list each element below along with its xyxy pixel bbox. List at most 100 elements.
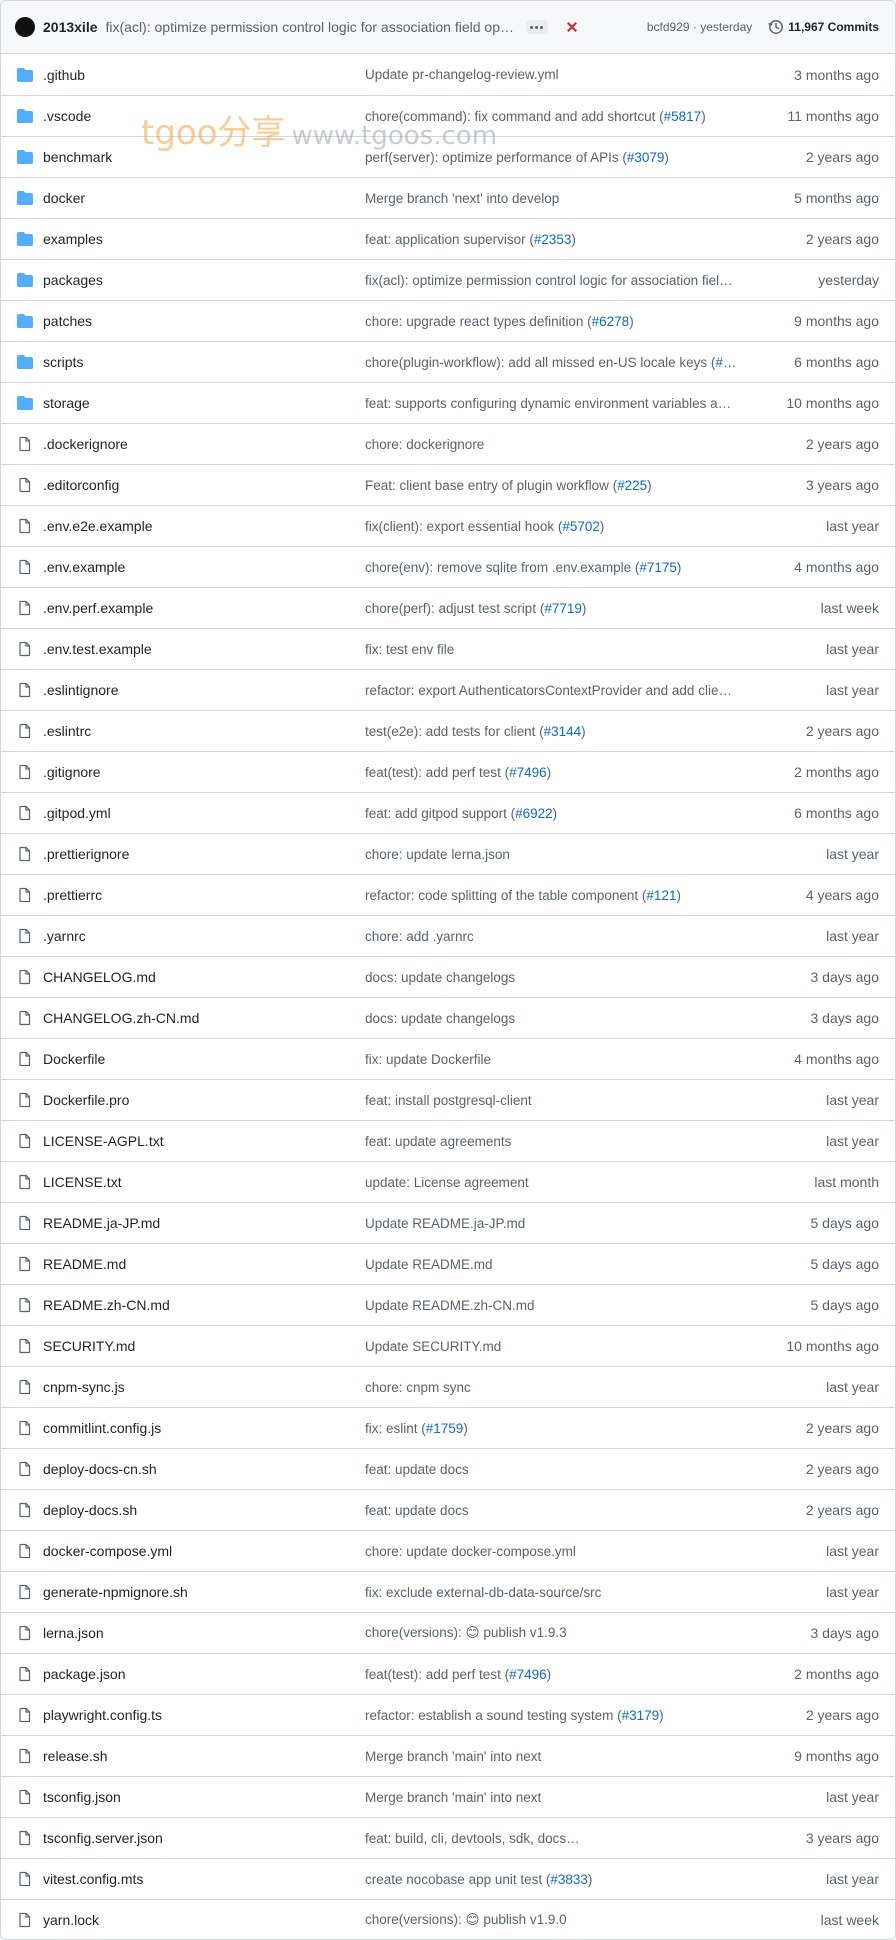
file-row[interactable]: patches chore: upgrade react types defini… bbox=[1, 300, 895, 341]
file-row[interactable]: .env.test.example fix: test env file last … bbox=[1, 628, 895, 669]
commit-message-link[interactable]: feat: install postgresql-client bbox=[365, 1093, 751, 1108]
file-name-link[interactable]: .eslintignore bbox=[43, 682, 365, 698]
file-row[interactable]: docker-compose.yml chore: update docker-c… bbox=[1, 1530, 895, 1571]
file-row[interactable]: Dockerfile.pro feat: install postgresql-c… bbox=[1, 1079, 895, 1120]
file-name-link[interactable]: generate-npmignore.sh bbox=[43, 1584, 365, 1600]
commit-message-link[interactable]: chore(perf): adjust test script (#7719) bbox=[365, 601, 751, 616]
file-row[interactable]: deploy-docs-cn.sh feat: update docs 2 year… bbox=[1, 1448, 895, 1489]
file-name-link[interactable]: deploy-docs-cn.sh bbox=[43, 1461, 365, 1477]
file-row[interactable]: .editorconfig Feat: client base entry of … bbox=[1, 464, 895, 505]
file-row[interactable]: yarn.lock chore(versions): 😊 publish v1.9… bbox=[1, 1899, 895, 1939]
file-name-link[interactable]: .vscode bbox=[43, 108, 365, 124]
file-row[interactable]: storage feat: supports configuring dynami… bbox=[1, 382, 895, 423]
file-name-link[interactable]: patches bbox=[43, 313, 365, 329]
file-name-link[interactable]: .yarnrc bbox=[43, 928, 365, 944]
file-name-link[interactable]: storage bbox=[43, 395, 365, 411]
commit-message-link[interactable]: Update README.md bbox=[365, 1257, 751, 1272]
file-name-link[interactable]: .env.perf.example bbox=[43, 600, 365, 616]
commit-message-link[interactable]: Update SECURITY.md bbox=[365, 1339, 751, 1354]
file-name-link[interactable]: deploy-docs.sh bbox=[43, 1502, 365, 1518]
file-row[interactable]: .gitignore feat(test): add perf test (#74… bbox=[1, 751, 895, 792]
commit-message-link[interactable]: feat: build, cli, devtools, sdk, docs… bbox=[365, 1831, 751, 1846]
file-row[interactable]: vitest.config.mts create nocobase app uni… bbox=[1, 1858, 895, 1899]
file-name-link[interactable]: commitlint.config.js bbox=[43, 1420, 365, 1436]
file-name-link[interactable]: README.ja-JP.md bbox=[43, 1215, 365, 1231]
file-row[interactable]: docker Merge branch 'next' into develop 5 … bbox=[1, 177, 895, 218]
commit-message-link[interactable]: test(e2e): add tests for client (#3144) bbox=[365, 724, 751, 739]
commit-message-link[interactable]: chore: upgrade react types definition (#… bbox=[365, 314, 751, 329]
file-name-link[interactable]: benchmark bbox=[43, 149, 365, 165]
commit-message-link[interactable]: chore(versions): 😊 publish v1.9.0 bbox=[365, 1912, 751, 1928]
file-row[interactable]: packages fix(acl): optimize permission co… bbox=[1, 259, 895, 300]
file-name-link[interactable]: playwright.config.ts bbox=[43, 1707, 365, 1723]
commit-message-link[interactable]: fix: update Dockerfile bbox=[365, 1052, 751, 1067]
expand-commit-message-button[interactable] bbox=[525, 20, 548, 34]
file-row[interactable]: SECURITY.md Update SECURITY.md 10 months a… bbox=[1, 1325, 895, 1366]
commit-message-link[interactable]: chore: dockerignore bbox=[365, 437, 751, 452]
file-row[interactable]: tsconfig.server.json feat: build, cli, de… bbox=[1, 1817, 895, 1858]
pull-request-link[interactable]: #5817 bbox=[664, 109, 702, 124]
file-name-link[interactable]: .gitignore bbox=[43, 764, 365, 780]
commit-message-link[interactable]: refactor: export AuthenticatorsContextPr… bbox=[365, 683, 751, 698]
pull-request-link[interactable]: #6278 bbox=[592, 314, 630, 329]
file-name-link[interactable]: CHANGELOG.zh-CN.md bbox=[43, 1010, 365, 1026]
commit-message-link[interactable]: Feat: client base entry of plugin workfl… bbox=[365, 478, 751, 493]
file-row[interactable]: .vscode chore(command): fix command and a… bbox=[1, 95, 895, 136]
file-row[interactable]: .eslintrc test(e2e): add tests for client… bbox=[1, 710, 895, 751]
commit-message-link[interactable]: fix(client): export essential hook (#570… bbox=[365, 519, 751, 534]
file-name-link[interactable]: .env.example bbox=[43, 559, 365, 575]
file-row[interactable]: tsconfig.json Merge branch 'main' into ne… bbox=[1, 1776, 895, 1817]
commit-message-link[interactable]: chore(versions): 😊 publish v1.9.3 bbox=[365, 1625, 751, 1641]
commit-message-link[interactable]: chore: update lerna.json bbox=[365, 847, 751, 862]
commit-message-link[interactable]: fix(acl): optimize permission control lo… bbox=[106, 19, 516, 35]
file-row[interactable]: .gitpod.yml feat: add gitpod support (#69… bbox=[1, 792, 895, 833]
commit-message-link[interactable]: chore: cnpm sync bbox=[365, 1380, 751, 1395]
commit-message-link[interactable]: feat: update docs bbox=[365, 1503, 751, 1518]
pull-request-link[interactable]: #2353 bbox=[534, 232, 572, 247]
file-row[interactable]: .github Update pr-changelog-review.yml 3 m… bbox=[1, 54, 895, 95]
file-row[interactable]: README.ja-JP.md Update README.ja-JP.md 5 d… bbox=[1, 1202, 895, 1243]
pull-request-link[interactable]: #5702 bbox=[562, 519, 600, 534]
file-row[interactable]: release.sh Merge branch 'main' into next 9… bbox=[1, 1735, 895, 1776]
commit-message-link[interactable]: perf(server): optimize performance of AP… bbox=[365, 150, 751, 165]
file-name-link[interactable]: docker-compose.yml bbox=[43, 1543, 365, 1559]
file-name-link[interactable]: Dockerfile.pro bbox=[43, 1092, 365, 1108]
file-name-link[interactable]: .env.e2e.example bbox=[43, 518, 365, 534]
commit-message-link[interactable]: Merge branch 'main' into next bbox=[365, 1790, 751, 1805]
commit-message-link[interactable]: feat: update docs bbox=[365, 1462, 751, 1477]
commit-message-link[interactable]: create nocobase app unit test (#3833) bbox=[365, 1872, 751, 1887]
commit-message-link[interactable]: fix(acl): optimize permission control lo… bbox=[365, 273, 751, 288]
file-row[interactable]: .dockerignore chore: dockerignore 2 years … bbox=[1, 423, 895, 464]
file-name-link[interactable]: cnpm-sync.js bbox=[43, 1379, 365, 1395]
file-row[interactable]: generate-npmignore.sh fix: exclude extern… bbox=[1, 1571, 895, 1612]
file-name-link[interactable]: .prettierignore bbox=[43, 846, 365, 862]
commit-message-link[interactable]: feat: application supervisor (#2353) bbox=[365, 232, 751, 247]
pull-request-link[interactable]: #3079 bbox=[627, 150, 665, 165]
commit-message-link[interactable]: fix: test env file bbox=[365, 642, 751, 657]
commit-message-link[interactable]: feat: add gitpod support (#6922) bbox=[365, 806, 751, 821]
file-name-link[interactable]: .github bbox=[43, 67, 365, 83]
file-name-link[interactable]: .prettierrc bbox=[43, 887, 365, 903]
file-name-link[interactable]: lerna.json bbox=[43, 1625, 365, 1641]
pull-request-link[interactable]: #7175 bbox=[639, 560, 677, 575]
commit-sha-link[interactable]: bcfd929 · yesterday bbox=[647, 20, 752, 34]
pull-request-link[interactable]: #3833 bbox=[550, 1872, 588, 1887]
file-row[interactable]: LICENSE.txt update: License agreement last… bbox=[1, 1161, 895, 1202]
file-row[interactable]: .env.perf.example chore(perf): adjust tes… bbox=[1, 587, 895, 628]
file-name-link[interactable]: package.json bbox=[43, 1666, 365, 1682]
file-row[interactable]: .eslintignore refactor: export Authentica… bbox=[1, 669, 895, 710]
commit-message-link[interactable]: Update README.ja-JP.md bbox=[365, 1216, 751, 1231]
file-row[interactable]: .env.e2e.example fix(client): export esse… bbox=[1, 505, 895, 546]
commits-history-link[interactable]: 11,967 Commits bbox=[768, 19, 879, 35]
file-row[interactable]: LICENSE-AGPL.txt feat: update agreements l… bbox=[1, 1120, 895, 1161]
file-row[interactable]: commitlint.config.js fix: eslint (#1759) 2… bbox=[1, 1407, 895, 1448]
file-row[interactable]: cnpm-sync.js chore: cnpm sync last year bbox=[1, 1366, 895, 1407]
file-name-link[interactable]: LICENSE-AGPL.txt bbox=[43, 1133, 365, 1149]
commit-message-link[interactable]: refactor: code splitting of the table co… bbox=[365, 888, 751, 903]
pull-request-link[interactable]: #… bbox=[715, 355, 736, 370]
file-row[interactable]: package.json feat(test): add perf test (#… bbox=[1, 1653, 895, 1694]
commit-message-link[interactable]: refactor: establish a sound testing syst… bbox=[365, 1708, 751, 1723]
file-name-link[interactable]: docker bbox=[43, 190, 365, 206]
file-name-link[interactable]: tsconfig.server.json bbox=[43, 1830, 365, 1846]
pull-request-link[interactable]: #1759 bbox=[426, 1421, 464, 1436]
